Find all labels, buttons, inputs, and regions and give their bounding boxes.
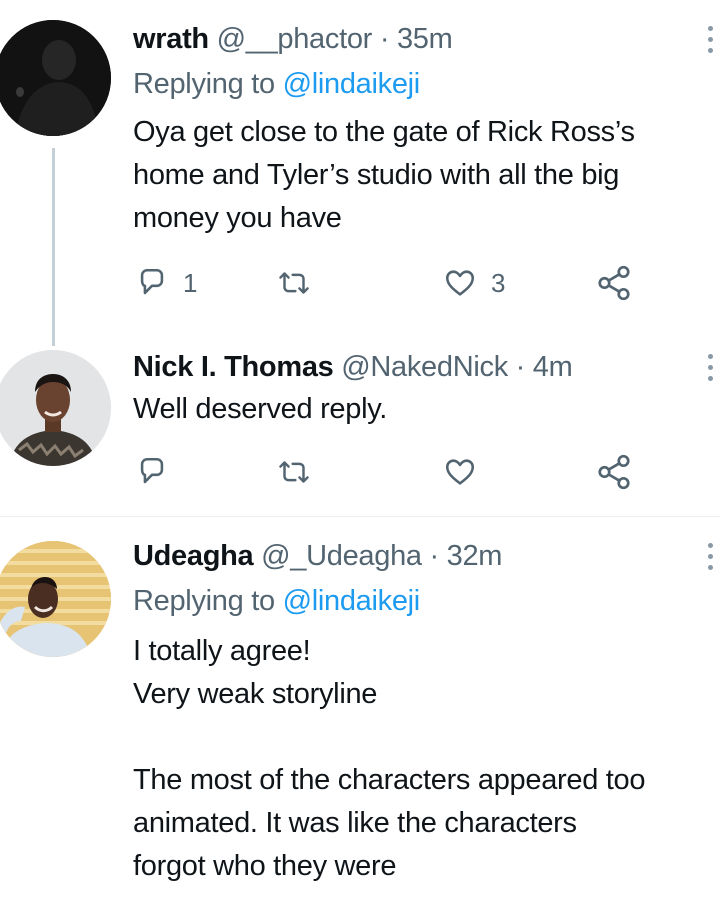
more-options-icon[interactable] <box>706 537 714 577</box>
retweet-button[interactable] <box>275 452 313 492</box>
tweet-text-line: money you have <box>133 202 342 234</box>
tweet-text-line: Well deserved reply. <box>133 393 388 425</box>
more-options-icon[interactable] <box>706 348 714 388</box>
thread-connector-line <box>52 148 55 346</box>
avatar-wrath[interactable] <box>0 20 111 136</box>
share-icon <box>598 265 630 301</box>
tweet-text-line: animated. It was like the characters <box>133 807 577 839</box>
tweet-text-line <box>133 716 645 759</box>
share-button[interactable] <box>595 452 633 492</box>
replying-to: Replying to @lindaikeji <box>133 65 420 103</box>
display-name[interactable]: wrath <box>133 23 209 55</box>
tweet-text-line: home and Tyler’s studio with all the big <box>133 159 620 191</box>
display-name[interactable]: Nick I. Thomas <box>133 351 334 383</box>
user-handle[interactable]: @__phactor <box>217 23 373 55</box>
timestamp[interactable]: 4m <box>533 351 573 383</box>
reply-button[interactable]: 1 <box>135 263 197 303</box>
user-handle[interactable]: @NakedNick <box>341 351 508 383</box>
share-button[interactable] <box>595 263 633 303</box>
like-button[interactable] <box>443 452 477 492</box>
tweet-text-line: forgot who they were <box>133 850 397 882</box>
heart-icon <box>445 270 475 296</box>
person-photo-avatar-icon <box>0 541 111 657</box>
more-options-icon[interactable] <box>706 20 714 60</box>
replying-to-label: Replying to <box>133 585 275 617</box>
like-button[interactable]: 3 <box>443 263 505 303</box>
tweet-actions: 1 3 <box>133 263 653 303</box>
tweet-udeagha[interactable]: Udeagha @_Udeagha · 32m Replying to @lin… <box>0 517 720 900</box>
retweet-icon <box>279 461 309 483</box>
tweet-header: wrath @__phactor · 35m <box>133 20 453 58</box>
retweet-icon <box>279 272 309 294</box>
reply-icon <box>140 268 164 295</box>
mention-link[interactable]: @lindaikeji <box>283 585 421 617</box>
tweet-text-line: I totally agree! <box>133 635 311 667</box>
timestamp[interactable]: 35m <box>397 23 453 55</box>
tweet-wrath[interactable]: wrath @__phactor · 35m Replying to @lind… <box>0 0 720 346</box>
replying-to: Replying to @lindaikeji <box>133 582 420 620</box>
display-name[interactable]: Udeagha <box>133 540 254 572</box>
tweet-header: Udeagha @_Udeagha · 32m <box>133 537 502 575</box>
share-icon <box>598 454 630 490</box>
person-photo-avatar-icon <box>0 350 111 466</box>
tweet-actions <box>133 452 653 492</box>
reply-icon <box>140 457 164 484</box>
user-handle[interactable]: @_Udeagha <box>261 540 422 572</box>
tweet-text: I totally agree! Very weak storyline The… <box>133 630 646 888</box>
reply-count: 1 <box>183 267 198 298</box>
tweet-nick-thomas[interactable]: Nick I. Thomas @NakedNick · 4m Well dese… <box>0 340 720 516</box>
avatar-udeagha[interactable] <box>0 541 111 657</box>
tweet-text-line: Very weak storyline <box>133 678 378 710</box>
tweet-header: Nick I. Thomas @NakedNick · 4m <box>133 348 573 386</box>
separator-dot: · <box>429 540 440 572</box>
tweet-text: Well deserved reply. <box>133 388 387 431</box>
like-count: 3 <box>491 267 506 298</box>
retweet-button[interactable] <box>275 263 313 303</box>
replying-to-label: Replying to <box>133 68 275 100</box>
avatar-nick-thomas[interactable] <box>0 350 111 466</box>
tweet-text: Oya get close to the gate of Rick Ross’s… <box>133 111 635 240</box>
tweet-text-line: The most of the characters appeared too <box>133 764 646 796</box>
mention-link[interactable]: @lindaikeji <box>283 68 421 100</box>
tweet-text-line: Oya get close to the gate of Rick Ross’s <box>133 116 635 148</box>
reply-button[interactable] <box>135 452 169 492</box>
timestamp[interactable]: 32m <box>447 540 503 572</box>
heart-icon <box>445 459 475 485</box>
separator-dot: · <box>515 351 526 383</box>
silhouette-avatar-icon <box>0 20 111 136</box>
separator-dot: · <box>379 23 390 55</box>
